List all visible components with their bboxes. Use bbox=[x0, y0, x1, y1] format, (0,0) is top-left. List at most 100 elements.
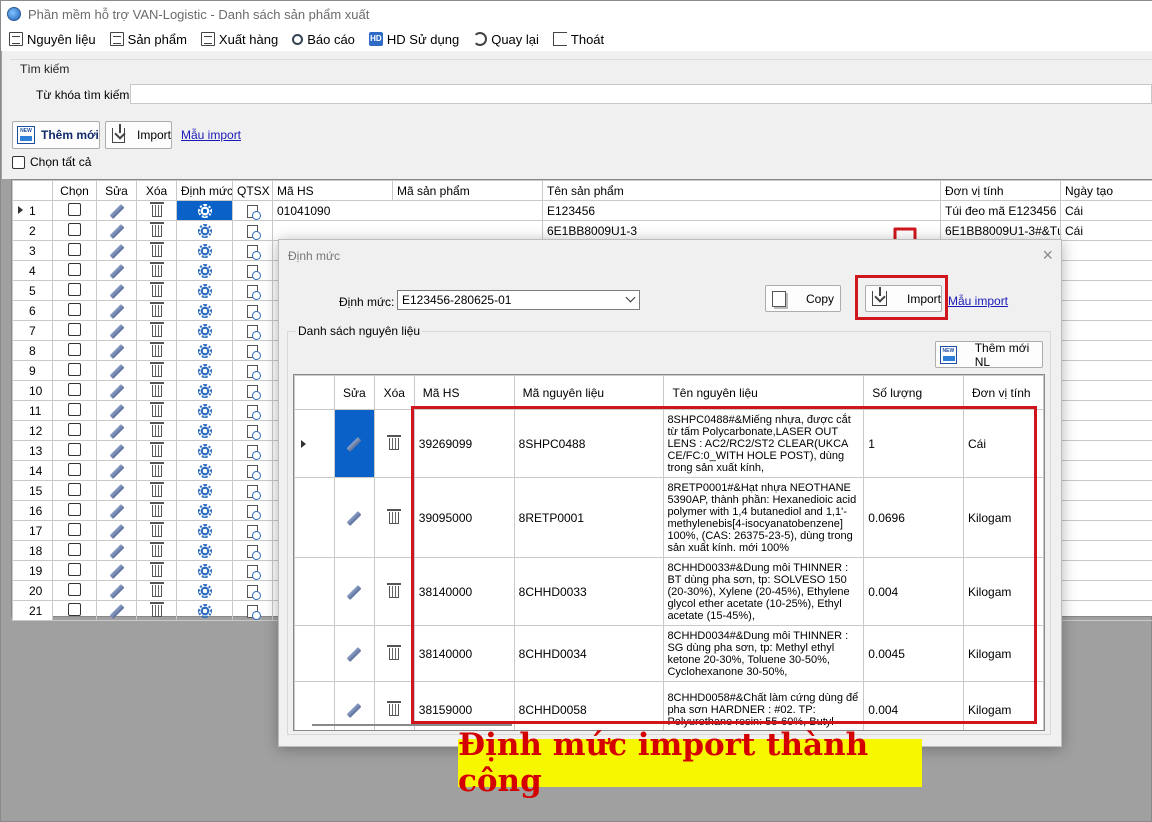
row-number[interactable]: 5 bbox=[12, 280, 53, 301]
qtsx-cell[interactable] bbox=[232, 260, 273, 281]
qtsx-cell[interactable] bbox=[232, 580, 273, 601]
edit-cell[interactable] bbox=[96, 520, 137, 541]
row-number[interactable]: 4 bbox=[12, 260, 53, 281]
col-ngay-tao[interactable]: Ngày tạo bbox=[1060, 180, 1152, 201]
dinh-muc-cell[interactable] bbox=[176, 600, 233, 621]
row-number[interactable]: 17 bbox=[12, 520, 53, 541]
import-button[interactable]: Import bbox=[105, 121, 172, 149]
trash-icon[interactable] bbox=[149, 542, 164, 558]
gear-icon[interactable] bbox=[197, 343, 212, 358]
qtsx-cell[interactable] bbox=[232, 200, 273, 221]
process-icon[interactable] bbox=[247, 364, 261, 380]
qtsx-cell[interactable] bbox=[232, 540, 273, 561]
row-number[interactable]: 15 bbox=[12, 480, 53, 501]
qtsx-cell[interactable] bbox=[232, 500, 273, 521]
row-select-cell[interactable] bbox=[52, 300, 97, 321]
edit-cell[interactable] bbox=[333, 625, 375, 682]
process-icon[interactable] bbox=[247, 464, 261, 480]
gear-icon[interactable] bbox=[197, 563, 212, 578]
delete-cell[interactable] bbox=[136, 540, 177, 561]
delete-cell[interactable] bbox=[373, 625, 415, 682]
row-checkbox[interactable] bbox=[68, 282, 81, 296]
row-select-cell[interactable] bbox=[52, 320, 97, 341]
row-header[interactable] bbox=[294, 557, 335, 626]
process-icon[interactable] bbox=[247, 544, 261, 560]
gear-icon[interactable] bbox=[197, 323, 212, 338]
gear-icon[interactable] bbox=[197, 303, 212, 318]
qtsx-cell[interactable] bbox=[232, 340, 273, 361]
pencil-icon[interactable] bbox=[346, 436, 362, 452]
edit-cell[interactable] bbox=[96, 340, 137, 361]
delete-cell[interactable] bbox=[136, 460, 177, 481]
menu-hd-su-dung[interactable]: HD HD Sử dụng bbox=[368, 32, 459, 47]
trash-icon[interactable] bbox=[149, 262, 164, 278]
process-icon[interactable] bbox=[247, 304, 261, 320]
trash-icon[interactable] bbox=[149, 282, 164, 298]
delete-cell[interactable] bbox=[136, 220, 177, 241]
qtsx-cell[interactable] bbox=[232, 280, 273, 301]
row-checkbox[interactable] bbox=[68, 342, 81, 356]
edit-cell[interactable] bbox=[96, 360, 137, 381]
pencil-icon[interactable] bbox=[109, 423, 124, 439]
row-number[interactable]: 14 bbox=[12, 460, 53, 481]
row-number[interactable]: 8 bbox=[12, 340, 53, 361]
col-so-luong[interactable]: Số lượng bbox=[863, 375, 965, 410]
row-number[interactable]: 20 bbox=[12, 580, 53, 601]
dinh-muc-cell[interactable] bbox=[176, 200, 233, 221]
process-icon[interactable] bbox=[247, 524, 261, 540]
col-sua[interactable]: Sửa bbox=[96, 180, 137, 201]
col-qtsx[interactable]: QTSX bbox=[232, 180, 273, 201]
delete-cell[interactable] bbox=[136, 340, 177, 361]
dinh-muc-cell[interactable] bbox=[176, 420, 233, 441]
edit-cell[interactable] bbox=[96, 260, 137, 281]
col-chon[interactable]: Chọn bbox=[52, 180, 97, 201]
gear-icon[interactable] bbox=[197, 263, 212, 278]
row-select-cell[interactable] bbox=[52, 600, 97, 621]
qtsx-cell[interactable] bbox=[232, 440, 273, 461]
row-select-cell[interactable] bbox=[52, 360, 97, 381]
delete-cell[interactable] bbox=[136, 500, 177, 521]
delete-cell[interactable] bbox=[136, 320, 177, 341]
trash-icon[interactable] bbox=[149, 442, 164, 458]
qtsx-cell[interactable] bbox=[232, 420, 273, 441]
trash-icon[interactable] bbox=[149, 602, 164, 618]
trash-icon[interactable] bbox=[149, 362, 164, 378]
row-checkbox[interactable] bbox=[68, 522, 81, 536]
gear-icon[interactable] bbox=[197, 463, 212, 478]
row-number[interactable]: 12 bbox=[12, 420, 53, 441]
qtsx-cell[interactable] bbox=[232, 300, 273, 321]
delete-cell[interactable] bbox=[373, 477, 415, 558]
pencil-icon[interactable] bbox=[109, 483, 124, 499]
pencil-icon[interactable] bbox=[109, 223, 124, 239]
qtsx-cell[interactable] bbox=[232, 600, 273, 621]
col-ma-hs[interactable]: Mã HS bbox=[272, 180, 393, 201]
dinh-muc-cell[interactable] bbox=[176, 520, 233, 541]
close-icon[interactable]: × bbox=[1042, 245, 1053, 266]
trash-icon[interactable] bbox=[387, 509, 402, 525]
dialog-template-link[interactable]: Mẫu import bbox=[948, 294, 1008, 308]
row-number[interactable]: 2 bbox=[12, 220, 53, 241]
dinh-muc-cell[interactable] bbox=[176, 340, 233, 361]
delete-cell[interactable] bbox=[136, 360, 177, 381]
pencil-icon[interactable] bbox=[109, 463, 124, 479]
gear-icon[interactable] bbox=[197, 443, 212, 458]
dinh-muc-cell[interactable] bbox=[176, 440, 233, 461]
menu-thoat[interactable]: Thoát bbox=[552, 32, 604, 47]
row-checkbox[interactable] bbox=[68, 442, 81, 456]
add-new-button[interactable]: NEW Thêm mới bbox=[12, 121, 100, 149]
process-icon[interactable] bbox=[247, 324, 261, 340]
row-select-cell[interactable] bbox=[52, 560, 97, 581]
row-checkbox[interactable] bbox=[68, 222, 81, 236]
edit-cell[interactable] bbox=[96, 440, 137, 461]
menu-bao-cao[interactable]: Báo cáo bbox=[292, 32, 355, 47]
process-icon[interactable] bbox=[247, 504, 261, 520]
menu-san-pham[interactable]: Sản phẩm bbox=[109, 32, 187, 47]
row-number[interactable]: 9 bbox=[12, 360, 53, 381]
pencil-icon[interactable] bbox=[109, 203, 124, 219]
pencil-icon[interactable] bbox=[109, 283, 124, 299]
dinh-muc-cell[interactable] bbox=[176, 300, 233, 321]
process-icon[interactable] bbox=[247, 384, 261, 400]
col-don-vi-tinh[interactable]: Đơn vị tính bbox=[940, 180, 1061, 201]
row-select-cell[interactable] bbox=[52, 480, 97, 501]
edit-cell[interactable] bbox=[96, 300, 137, 321]
